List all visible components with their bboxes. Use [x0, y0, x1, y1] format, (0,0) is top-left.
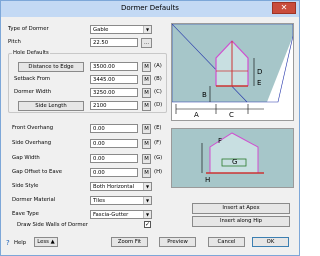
eave-type-select[interactable]: Fascia-Gutter ▼ — [90, 210, 152, 219]
setback-from-input[interactable]: 3445.00 — [90, 75, 138, 84]
dormer-width-measure-button[interactable]: M — [142, 88, 151, 98]
letter-h: H — [205, 176, 210, 184]
dormer-width-input[interactable]: 3250.00 — [90, 88, 138, 97]
gap-offset-label: Gap Offset to Eave — [12, 169, 62, 175]
side-overhang-measure-button[interactable]: M — [142, 139, 151, 149]
eave-type-label: Eave Type — [12, 211, 39, 217]
chevron-down-icon: ▼ — [143, 26, 151, 33]
ok-button[interactable]: OK — [252, 237, 289, 247]
setback-from-label: Setback From — [14, 76, 51, 82]
hole-defaults-label: Hole Defaults — [12, 50, 50, 56]
side-overhang-input[interactable]: 0.00 — [90, 139, 138, 148]
chevron-down-icon: ▼ — [143, 183, 151, 190]
gap-width-measure-button[interactable]: M — [142, 154, 151, 164]
side-length-input[interactable]: 2100 — [90, 101, 138, 110]
side-style-label: Side Style — [12, 183, 39, 189]
pitch-browse-button[interactable]: ... — [141, 38, 152, 48]
dormer-type-label: Type of Dormer — [8, 26, 49, 32]
dormer-elevation-svg: F G H — [172, 129, 293, 187]
dormer-width-key: (C) — [154, 89, 162, 95]
side-overhang-key: (F) — [154, 140, 162, 146]
front-overhang-label: Front Overhang — [12, 125, 54, 131]
gap-offset-key: (H) — [154, 169, 163, 175]
chevron-down-icon: ▼ — [143, 211, 151, 218]
distance-to-edge-measure-button[interactable]: M — [142, 62, 151, 72]
setback-from-measure-button[interactable]: M — [142, 75, 151, 85]
dormer-plan-svg: A B C D E — [171, 23, 294, 119]
dormer-material-select[interactable]: Tiles ▼ — [90, 196, 152, 205]
insert-at-apex-button[interactable]: Insert at Apex — [192, 203, 290, 214]
dormer-plan-diagram: A B C D E — [171, 23, 294, 121]
draw-side-walls-label: Draw Side Walls of Dormer — [17, 222, 88, 228]
less-label: Less — [37, 239, 49, 245]
insert-along-hip-button[interactable]: Insert along Hip — [192, 216, 290, 227]
pitch-input[interactable]: 22.50 — [90, 38, 138, 47]
letter-f: F — [218, 137, 222, 145]
letter-e: E — [257, 79, 261, 87]
less-button[interactable]: Less ▲ — [34, 237, 58, 247]
draw-side-walls-checkbox[interactable]: ✓ — [144, 221, 151, 228]
pitch-label: Pitch — [8, 39, 21, 45]
gap-width-key: (G) — [154, 155, 163, 161]
setback-from-key: (B) — [154, 76, 162, 82]
side-style-value: Both Horizontal — [93, 184, 135, 190]
front-overhang-input[interactable]: 0.00 — [90, 124, 138, 133]
close-button[interactable]: ✕ — [272, 2, 296, 14]
side-length-key: (D) — [154, 102, 163, 108]
dormer-type-value: Gable — [93, 27, 109, 33]
side-length-measure-button[interactable]: M — [142, 101, 151, 111]
front-overhang-key: (E) — [154, 125, 162, 131]
front-overhang-measure-button[interactable]: M — [142, 124, 151, 134]
dormer-type-select[interactable]: Gable ▼ — [90, 25, 152, 34]
gap-offset-measure-button[interactable]: M — [142, 168, 151, 178]
zoom-fit-button[interactable]: Zoom Fit — [111, 237, 148, 247]
eave-type-value: Fascia-Gutter — [93, 212, 129, 218]
side-style-select[interactable]: Both Horizontal ▼ — [90, 182, 152, 191]
letter-c: C — [229, 111, 234, 119]
preview-button[interactable]: Preview — [159, 237, 196, 247]
distance-to-edge-input[interactable]: 3500.00 — [90, 62, 138, 71]
distance-to-edge-button[interactable]: Distance to Edge — [18, 62, 84, 72]
gap-width-label: Gap Width — [12, 155, 40, 161]
gap-width-input[interactable]: 0.00 — [90, 154, 138, 163]
dormer-defaults-window: Dormer Defaults ✕ Type of Dormer Gable ▼… — [0, 0, 300, 256]
letter-g: G — [232, 158, 237, 166]
gap-offset-input[interactable]: 0.00 — [90, 168, 138, 177]
letter-a: A — [194, 111, 199, 119]
side-overhang-label: Side Overhang — [12, 140, 52, 146]
dormer-elevation-diagram: F G H — [171, 128, 294, 188]
chevron-up-icon: ▲ — [50, 239, 55, 245]
help-link[interactable]: Help — [14, 240, 26, 246]
dormer-width-label: Dormer Width — [14, 89, 52, 95]
dormer-material-value: Tiles — [93, 198, 106, 204]
title-bar: Dormer Defaults ✕ — [1, 1, 299, 17]
side-length-button[interactable]: Side Length — [18, 101, 84, 111]
help-icon: ? — [6, 239, 10, 247]
window-title: Dormer Defaults — [121, 4, 179, 12]
letter-d: D — [257, 68, 262, 76]
chevron-down-icon: ▼ — [143, 197, 151, 204]
cancel-button[interactable]: Cancel — [208, 237, 245, 247]
distance-to-edge-key: (A) — [154, 63, 162, 69]
letter-b: B — [202, 91, 207, 99]
dormer-material-label: Dormer Material — [12, 197, 56, 203]
